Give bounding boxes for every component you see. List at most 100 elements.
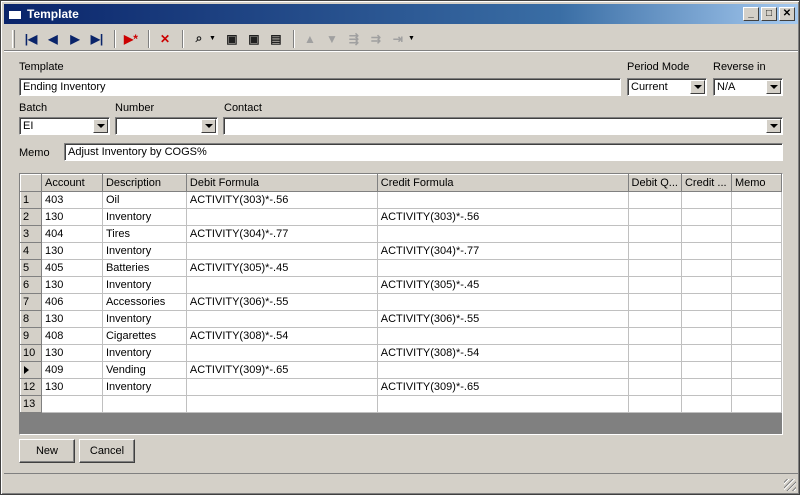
cell-debit-qty[interactable]: [628, 344, 682, 362]
cell-account[interactable]: 130: [41, 276, 103, 294]
title-bar[interactable]: Template _ □ ✕: [4, 4, 798, 24]
cell-memo[interactable]: [731, 310, 783, 328]
cell-credit-qty[interactable]: [681, 191, 732, 209]
row-header[interactable]: 13: [20, 395, 42, 413]
cell-debit-formula[interactable]: [186, 208, 378, 226]
cell-debit-qty[interactable]: [628, 327, 682, 345]
cell-credit-formula[interactable]: [377, 191, 629, 209]
save-icon[interactable]: ▣: [222, 29, 242, 49]
find-icon[interactable]: ⌕: [189, 29, 209, 49]
cell-debit-formula[interactable]: [186, 242, 378, 260]
cell-account[interactable]: 406: [41, 293, 103, 311]
cell-credit-formula[interactable]: ACTIVITY(304)*-.77: [377, 242, 629, 260]
cell-debit-formula[interactable]: ACTIVITY(308)*-.54: [186, 327, 378, 345]
column-header-credit-formula[interactable]: Credit Formula: [376, 174, 629, 192]
last-record-icon[interactable]: ▶|: [87, 29, 107, 49]
row-header[interactable]: 5: [20, 259, 42, 277]
cell-credit-qty[interactable]: [681, 259, 732, 277]
cell-memo[interactable]: [731, 344, 783, 362]
table-row[interactable]: 5 405 Batteries ACTIVITY(305)*-.45: [20, 259, 783, 277]
cell-credit-formula[interactable]: [377, 395, 629, 413]
previous-record-icon[interactable]: ◀: [43, 29, 63, 49]
cell-account[interactable]: 130: [41, 310, 103, 328]
toolbar-overflow-icon[interactable]: ▼: [408, 35, 415, 42]
cell-account[interactable]: 130: [41, 208, 103, 226]
batch-select[interactable]: EI: [19, 117, 110, 135]
outdent-icon[interactable]: ⇥: [388, 29, 408, 49]
cell-memo[interactable]: [731, 395, 783, 413]
contact-select[interactable]: [223, 117, 783, 135]
column-header-account[interactable]: Account: [40, 174, 103, 192]
cell-account[interactable]: 130: [41, 344, 103, 362]
cell-credit-formula[interactable]: ACTIVITY(305)*-.45: [377, 276, 629, 294]
cell-debit-qty[interactable]: [628, 293, 682, 311]
table-row[interactable]: 409 Vending ACTIVITY(309)*-.65: [20, 361, 783, 379]
move-down-icon[interactable]: ▼: [322, 29, 342, 49]
cell-memo[interactable]: [731, 293, 783, 311]
cell-credit-qty[interactable]: [681, 310, 732, 328]
cell-description[interactable]: [102, 395, 187, 413]
cell-debit-qty[interactable]: [628, 208, 682, 226]
cell-debit-formula[interactable]: ACTIVITY(306)*-.55: [186, 293, 378, 311]
cell-description[interactable]: Batteries: [102, 259, 187, 277]
cell-description[interactable]: Inventory: [102, 310, 187, 328]
cell-credit-qty[interactable]: [681, 276, 732, 294]
cell-account[interactable]: 409: [41, 361, 103, 379]
journal-grid[interactable]: Account Description Debit Formula Credit…: [19, 173, 783, 435]
next-record-icon[interactable]: ▶: [65, 29, 85, 49]
toolbar-grip[interactable]: [12, 29, 15, 48]
cell-description[interactable]: Cigarettes: [102, 327, 187, 345]
table-row[interactable]: 4 130 Inventory ACTIVITY(304)*-.77: [20, 242, 783, 260]
period-mode-select[interactable]: Current: [627, 78, 707, 96]
table-row[interactable]: 3 404 Tires ACTIVITY(304)*-.77: [20, 225, 783, 243]
cell-description[interactable]: Inventory: [102, 378, 187, 396]
row-header[interactable]: 3: [20, 225, 42, 243]
find-dropdown-icon[interactable]: ▼: [209, 35, 216, 42]
cancel-button[interactable]: Cancel: [79, 439, 135, 463]
cell-account[interactable]: 130: [41, 378, 103, 396]
row-header[interactable]: 10: [20, 344, 42, 362]
close-button[interactable]: ✕: [779, 7, 795, 21]
row-header[interactable]: 7: [20, 293, 42, 311]
table-row[interactable]: 12 130 Inventory ACTIVITY(309)*-.65: [20, 378, 783, 396]
cell-debit-formula[interactable]: [186, 310, 378, 328]
cell-credit-formula[interactable]: ACTIVITY(309)*-.65: [377, 378, 629, 396]
cell-credit-formula[interactable]: [377, 293, 629, 311]
cell-description[interactable]: Inventory: [102, 208, 187, 226]
cell-credit-qty[interactable]: [681, 293, 732, 311]
cell-debit-formula[interactable]: ACTIVITY(303)*-.56: [186, 191, 378, 209]
cell-account[interactable]: 404: [41, 225, 103, 243]
cell-description[interactable]: Vending: [102, 361, 187, 379]
cell-memo[interactable]: [731, 259, 783, 277]
cell-description[interactable]: Tires: [102, 225, 187, 243]
row-header[interactable]: 2: [20, 208, 42, 226]
cell-description[interactable]: Inventory: [102, 344, 187, 362]
cell-account[interactable]: 405: [41, 259, 103, 277]
insert-column-icon[interactable]: ⇉: [366, 29, 386, 49]
cell-debit-qty[interactable]: [628, 191, 682, 209]
cell-memo[interactable]: [731, 327, 783, 345]
table-row[interactable]: 9 408 Cigarettes ACTIVITY(308)*-.54: [20, 327, 783, 345]
cell-credit-qty[interactable]: [681, 344, 732, 362]
cell-debit-qty[interactable]: [628, 310, 682, 328]
delete-icon[interactable]: ✕: [155, 29, 175, 49]
row-header[interactable]: [20, 361, 42, 379]
row-header[interactable]: 9: [20, 327, 42, 345]
template-input[interactable]: Ending Inventory: [19, 78, 621, 96]
cell-credit-formula[interactable]: [377, 259, 629, 277]
cell-memo[interactable]: [731, 242, 783, 260]
cell-account[interactable]: 130: [41, 242, 103, 260]
number-select[interactable]: [115, 117, 218, 135]
cell-debit-formula[interactable]: ACTIVITY(304)*-.77: [186, 225, 378, 243]
insert-row-icon[interactable]: ⇶: [344, 29, 364, 49]
cell-credit-formula[interactable]: ACTIVITY(306)*-.55: [377, 310, 629, 328]
cell-memo[interactable]: [731, 191, 783, 209]
cell-description[interactable]: Accessories: [102, 293, 187, 311]
row-header[interactable]: 8: [20, 310, 42, 328]
memo-input[interactable]: Adjust Inventory by COGS%: [64, 143, 783, 161]
cell-memo[interactable]: [731, 208, 783, 226]
chevron-down-icon[interactable]: [690, 80, 705, 94]
corner-header[interactable]: [20, 174, 42, 192]
cell-description[interactable]: Oil: [102, 191, 187, 209]
column-header-memo[interactable]: Memo: [730, 174, 783, 192]
